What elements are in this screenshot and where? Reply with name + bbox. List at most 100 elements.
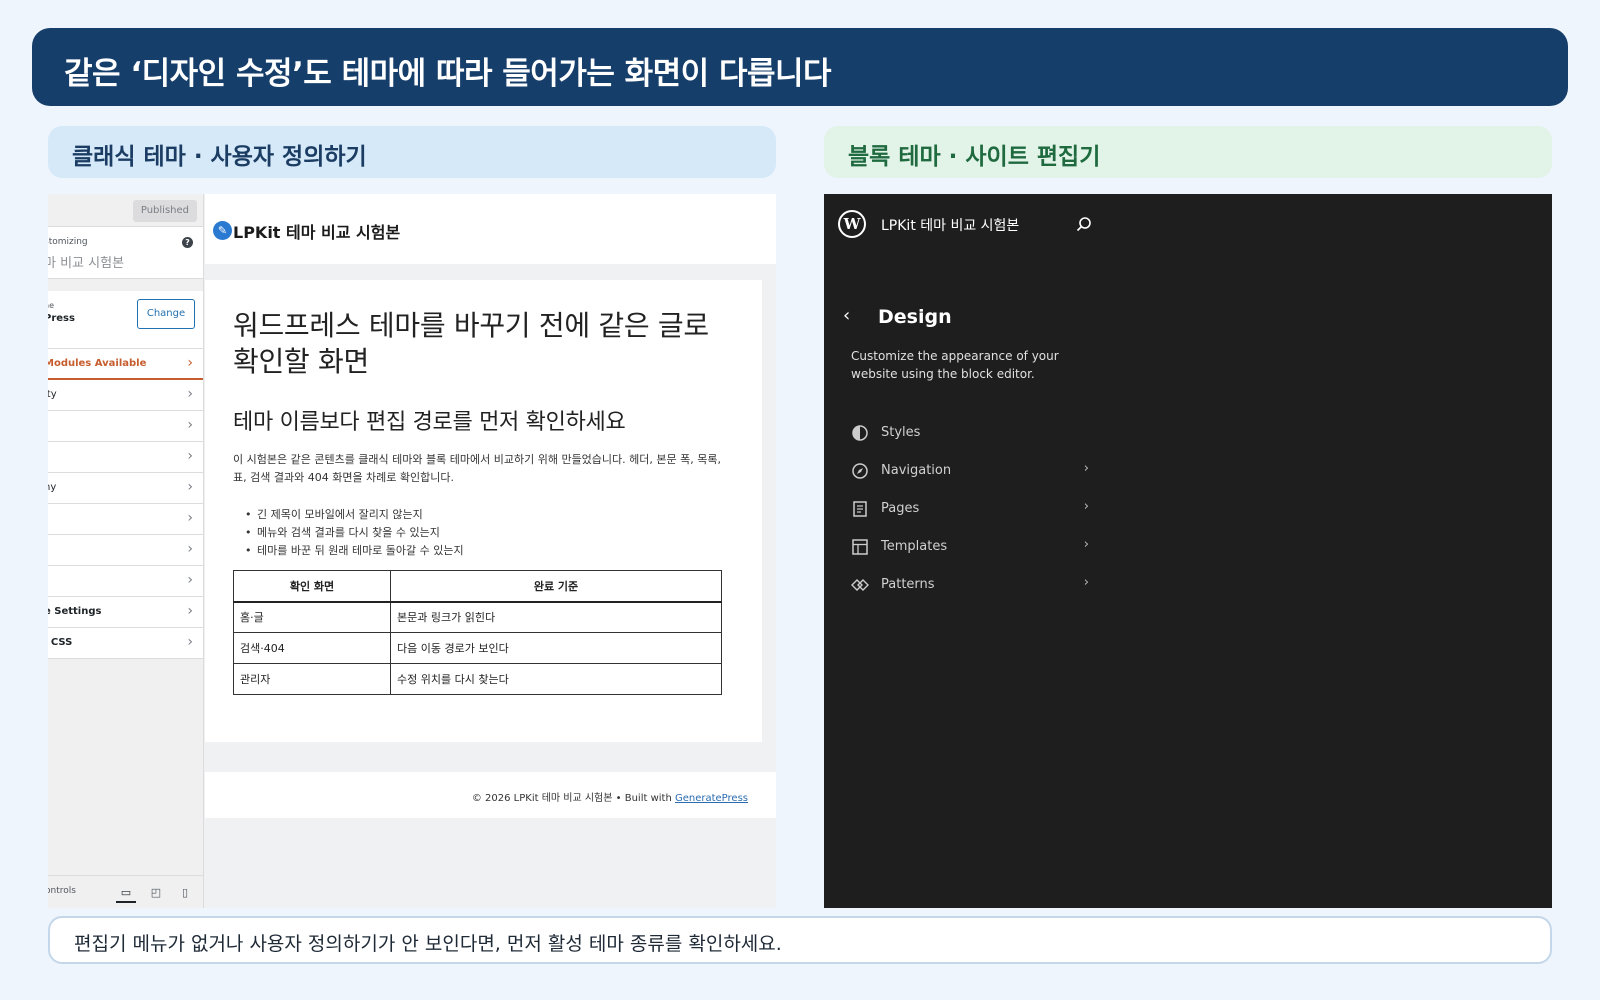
customizer-menu-item[interactable]: › (48, 535, 203, 566)
editor-nav: Styles Navigation › Pages › Templates › … (851, 414, 1091, 604)
desktop-icon[interactable]: ▭ (116, 883, 136, 903)
help-icon[interactable]: ? (182, 237, 193, 248)
search-icon[interactable] (1075, 215, 1093, 233)
tip-note-text: 편집기 메뉴가 없거나 사용자 정의하기가 안 보인다면, 먼저 활성 테마 종… (74, 933, 782, 955)
chevron-right-icon: › (187, 634, 193, 650)
footer-credit: © 2026 LPKit 테마 비교 시험본 • Built with Gene… (472, 789, 748, 804)
customizer-menu-item[interactable]: hy › (48, 473, 203, 504)
customizer-footer: ontrols ▭ ◰ ▯ (48, 875, 203, 908)
customizer-menu-item[interactable]: › (48, 504, 203, 535)
styles-icon (852, 425, 868, 441)
nav-item-label: Patterns (881, 577, 935, 592)
tablet-icon[interactable]: ◰ (146, 883, 166, 903)
site-name[interactable]: LPKit 테마 비교 시험본 (233, 219, 400, 243)
nav-item-navigation[interactable]: Navigation › (851, 452, 1091, 490)
customizer-menu-item[interactable]: › (48, 442, 203, 473)
chevron-right-icon: › (1083, 461, 1089, 476)
site-header: ✎ LPKit 테마 비교 시험본 (205, 194, 776, 264)
table-header: 완료 기준 (390, 570, 722, 603)
site-logo-icon: ✎ (213, 221, 232, 240)
chevron-right-icon: › (187, 417, 193, 433)
chevron-right-icon: › (187, 448, 193, 464)
table-cell: 홈·글 (233, 601, 391, 633)
customizer-menu-label: ity (48, 389, 57, 400)
customizing-label: stomizing (48, 237, 88, 247)
footer-text: © 2026 LPKit 테마 비교 시험본 • Built with (471, 793, 675, 804)
table-cell: 수정 위치를 다시 찾는다 (390, 663, 722, 695)
controls-label: ontrols (48, 886, 76, 896)
customizer-topbar: Published (48, 194, 203, 227)
patterns-icon (851, 579, 869, 591)
customizer-menu-item[interactable]: Modules Available › (48, 349, 203, 380)
pages-icon (853, 501, 867, 517)
chevron-right-icon: › (187, 355, 193, 371)
customizer-menu-item[interactable]: › (48, 411, 203, 442)
customizer-menu-label: l CSS (48, 637, 73, 648)
page-title: 같은 ‘디자인 수정’도 테마에 따라 들어가는 화면이 다릅니다 (64, 56, 832, 92)
table-row: 관리자 수정 위치를 다시 찾는다 (233, 663, 722, 695)
check-table: 확인 화면 완료 기준 홈·글 본문과 링크가 읽힌다 검색·404 다음 이동… (233, 570, 722, 695)
site-preview: ✎ LPKit 테마 비교 시험본 워드프레스 테마를 바꾸기 전에 같은 글로… (205, 194, 776, 908)
nav-item-templates[interactable]: Templates › (851, 528, 1091, 566)
chevron-right-icon: › (187, 603, 193, 619)
post-paragraph: 이 시험본은 같은 콘텐츠를 클래식 테마와 블록 테마에서 비교하기 위해 만… (233, 453, 721, 484)
table-cell: 관리자 (233, 663, 391, 695)
customizer-sidebar: Published stomizing 마 비교 시험본 ? ne Press … (48, 194, 204, 908)
published-button[interactable]: Published (132, 200, 197, 222)
wordpress-logo-icon[interactable]: W (838, 210, 866, 238)
post-title: 워드프레스 테마를 바꾸기 전에 같은 글로 확인할 화면 (233, 309, 709, 378)
customizer-menu-item[interactable]: e Settings › (48, 597, 203, 628)
customizer-site-title: 마 비교 시험본 (48, 256, 125, 271)
customizer-menu-item[interactable]: ity › (48, 380, 203, 411)
table-cell: 검색·404 (233, 632, 391, 664)
customizer-menu-item[interactable]: l CSS › (48, 628, 203, 659)
post-subheading: 테마 이름보다 편집 경로를 먼저 확인하세요 (233, 410, 626, 435)
title-banner: 같은 ‘디자인 수정’도 테마에 따라 들어가는 화면이 다릅니다 (32, 28, 1568, 106)
post-content: 워드프레스 테마를 바꾸기 전에 같은 글로 확인할 화면 테마 이름보다 편집… (205, 280, 762, 742)
nav-item-label: Navigation (881, 463, 952, 478)
table-row: 홈·글 본문과 링크가 읽힌다 (233, 601, 722, 633)
chevron-right-icon: › (187, 572, 193, 588)
customizer-screenshot: Published stomizing 마 비교 시험본 ? ne Press … (48, 194, 776, 908)
nav-item-styles[interactable]: Styles (851, 414, 1091, 452)
generatepress-link[interactable]: GeneratePress (675, 793, 748, 804)
nav-item-patterns[interactable]: Patterns › (851, 566, 1091, 604)
chevron-right-icon: › (1083, 537, 1089, 552)
table-header: 확인 화면 (233, 570, 391, 603)
customizer-menu-label: Modules Available (48, 358, 147, 369)
editor-site-name[interactable]: LPKit 테마 비교 시험본 (881, 215, 1019, 235)
list-item: 메뉴와 검색 결과를 다시 찾을 수 있는지 (245, 524, 464, 542)
chevron-right-icon: › (187, 386, 193, 402)
customizer-menu-item[interactable]: › (48, 566, 203, 597)
editor-description: Customize the appearance of your website… (851, 349, 1059, 381)
table-row: 검색·404 다음 이동 경로가 보인다 (233, 632, 722, 664)
templates-icon (852, 539, 868, 555)
active-theme-name: Press (48, 313, 75, 324)
navigation-icon (852, 463, 868, 479)
mobile-icon[interactable]: ▯ (175, 883, 195, 903)
list-item: 긴 제목이 모바일에서 잘리지 않는지 (245, 506, 464, 524)
active-theme-section: ne Press Change (48, 291, 203, 349)
chevron-right-icon: › (1083, 499, 1089, 514)
table-cell: 다음 이동 경로가 보인다 (390, 632, 722, 664)
change-theme-button[interactable]: Change (137, 299, 195, 329)
customizer-title: stomizing 마 비교 시험본 ? (48, 227, 203, 279)
back-chevron-icon[interactable]: ‹ (843, 305, 850, 326)
active-theme-label: ne (48, 301, 54, 310)
tip-note: 편집기 메뉴가 없거나 사용자 정의하기가 안 보인다면, 먼저 활성 테마 종… (48, 916, 1552, 964)
nav-item-pages[interactable]: Pages › (851, 490, 1091, 528)
customizer-menu-label: e Settings (48, 606, 102, 617)
chevron-right-icon: › (187, 510, 193, 526)
editor-section-title: Design (878, 306, 952, 328)
chevron-right-icon: › (187, 541, 193, 557)
list-item: 테마를 바꾼 뒤 원래 테마로 돌아갈 수 있는지 (245, 542, 464, 560)
nav-item-label: Pages (881, 501, 920, 516)
post-list: 긴 제목이 모바일에서 잘리지 않는지 메뉴와 검색 결과를 다시 찾을 수 있… (245, 506, 464, 560)
classic-theme-heading: 클래식 테마 · 사용자 정의하기 (48, 126, 776, 178)
table-cell: 본문과 링크가 읽힌다 (390, 601, 722, 633)
site-editor-screenshot: W LPKit 테마 비교 시험본 ‹ Design Customize the… (824, 194, 1552, 908)
nav-item-label: Templates (881, 539, 948, 554)
chevron-right-icon: › (1083, 575, 1089, 590)
customizer-menu-label: hy (48, 482, 57, 493)
chevron-right-icon: › (187, 479, 193, 495)
